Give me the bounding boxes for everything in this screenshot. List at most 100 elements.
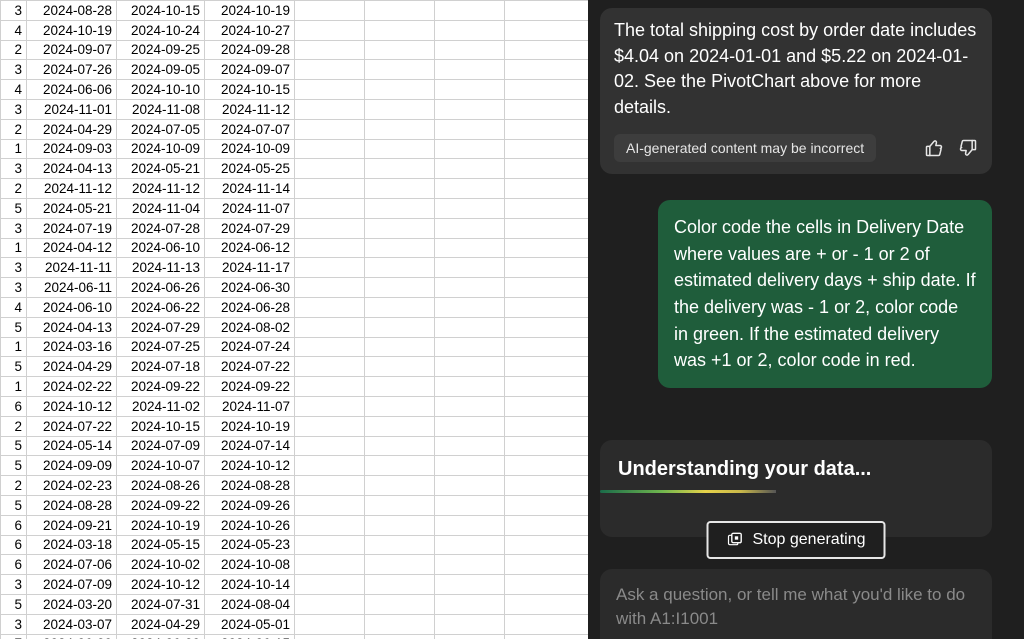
cell[interactable]: 2024-10-12	[205, 456, 295, 476]
cell[interactable]: 2024-07-31	[117, 594, 205, 614]
cell[interactable]	[295, 297, 365, 317]
table-row[interactable]: 42024-06-102024-06-222024-06-28	[1, 297, 589, 317]
cell[interactable]: 2024-10-10	[117, 80, 205, 100]
cell[interactable]: 3	[1, 218, 27, 238]
cell[interactable]	[435, 198, 505, 218]
cell[interactable]: 2024-09-25	[117, 40, 205, 60]
table-row[interactable]: 52024-05-212024-11-042024-11-07	[1, 198, 589, 218]
cell[interactable]	[295, 179, 365, 199]
cell[interactable]	[365, 297, 435, 317]
cell[interactable]: 2024-07-28	[117, 218, 205, 238]
cell[interactable]	[435, 159, 505, 179]
cell[interactable]: 2024-07-09	[117, 436, 205, 456]
cell[interactable]: 2024-05-14	[27, 436, 117, 456]
cell[interactable]	[505, 60, 589, 80]
cell[interactable]: 2024-10-09	[205, 139, 295, 159]
table-row[interactable]: 52024-09-092024-10-072024-10-12	[1, 456, 589, 476]
cell[interactable]	[435, 60, 505, 80]
cell[interactable]: 3	[1, 258, 27, 278]
cell[interactable]: 2024-09-28	[205, 40, 295, 60]
cell[interactable]: 5	[1, 198, 27, 218]
cell[interactable]: 3	[1, 159, 27, 179]
cell[interactable]: 2024-10-09	[117, 139, 205, 159]
cell[interactable]: 2024-04-29	[27, 119, 117, 139]
cell[interactable]	[435, 476, 505, 496]
cell[interactable]: 2024-10-12	[27, 396, 117, 416]
cell[interactable]	[295, 139, 365, 159]
cell[interactable]: 5	[1, 317, 27, 337]
cell[interactable]: 3	[1, 575, 27, 595]
cell[interactable]	[435, 357, 505, 377]
cell[interactable]	[295, 614, 365, 634]
cell[interactable]	[505, 575, 589, 595]
cell[interactable]: 2024-02-23	[27, 476, 117, 496]
cell[interactable]	[435, 99, 505, 119]
cell[interactable]	[295, 159, 365, 179]
cell[interactable]: 2024-08-26	[117, 476, 205, 496]
cell[interactable]: 2024-07-25	[117, 337, 205, 357]
table-row[interactable]: 12024-04-122024-06-102024-06-12	[1, 238, 589, 258]
table-row[interactable]: 62024-10-122024-11-022024-11-07	[1, 396, 589, 416]
cell[interactable]	[295, 40, 365, 60]
cell[interactable]	[435, 40, 505, 60]
cell[interactable]: 2024-09-22	[117, 495, 205, 515]
cell[interactable]: 2024-11-12	[27, 179, 117, 199]
cell[interactable]	[295, 456, 365, 476]
cell[interactable]: 5	[1, 436, 27, 456]
cell[interactable]	[435, 594, 505, 614]
table-row[interactable]: 62024-09-212024-10-192024-10-26	[1, 515, 589, 535]
cell[interactable]	[365, 396, 435, 416]
cell[interactable]: 2024-10-19	[117, 515, 205, 535]
table-row[interactable]: 12024-02-222024-09-222024-09-22	[1, 377, 589, 397]
cell[interactable]	[505, 297, 589, 317]
cell[interactable]: 2024-07-09	[27, 575, 117, 595]
cell[interactable]	[365, 476, 435, 496]
cell[interactable]	[505, 535, 589, 555]
cell[interactable]: 2024-06-12	[205, 238, 295, 258]
table-row[interactable]: 52024-04-292024-07-182024-07-22	[1, 357, 589, 377]
cell[interactable]: 2024-07-06	[27, 555, 117, 575]
cell[interactable]: 2024-07-22	[27, 416, 117, 436]
table-row[interactable]: 42024-10-192024-10-242024-10-27	[1, 20, 589, 40]
cell[interactable]	[505, 99, 589, 119]
cell[interactable]	[505, 416, 589, 436]
cell[interactable]	[435, 297, 505, 317]
cell[interactable]: 2024-04-13	[27, 317, 117, 337]
cell[interactable]: 2024-11-07	[205, 396, 295, 416]
cell[interactable]: 4	[1, 297, 27, 317]
cell[interactable]: 2024-11-07	[205, 198, 295, 218]
cell[interactable]	[295, 99, 365, 119]
cell[interactable]	[365, 198, 435, 218]
cell[interactable]: 2024-03-20	[27, 594, 117, 614]
cell[interactable]: 2024-04-13	[27, 159, 117, 179]
cell[interactable]	[295, 594, 365, 614]
cell[interactable]	[505, 357, 589, 377]
table-row[interactable]: 32024-11-012024-11-082024-11-12	[1, 99, 589, 119]
table-row[interactable]: 32024-06-112024-06-262024-06-30	[1, 278, 589, 298]
data-table[interactable]: 32024-08-282024-10-152024-10-1942024-10-…	[0, 0, 588, 639]
cell[interactable]	[435, 515, 505, 535]
cell[interactable]: 6	[1, 396, 27, 416]
cell[interactable]: 2024-07-07	[205, 119, 295, 139]
cell[interactable]: 2024-11-13	[117, 258, 205, 278]
cell[interactable]: 3	[1, 99, 27, 119]
cell[interactable]: 2024-07-29	[205, 218, 295, 238]
cell[interactable]	[365, 159, 435, 179]
cell[interactable]	[295, 495, 365, 515]
cell[interactable]	[295, 377, 365, 397]
cell[interactable]: 2024-11-04	[117, 198, 205, 218]
cell[interactable]	[505, 456, 589, 476]
cell[interactable]	[505, 337, 589, 357]
cell[interactable]: 3	[1, 614, 27, 634]
cell[interactable]: 2	[1, 416, 27, 436]
cell[interactable]	[435, 634, 505, 639]
cell[interactable]: 2024-10-08	[205, 555, 295, 575]
cell[interactable]: 2024-09-22	[205, 377, 295, 397]
table-row[interactable]: 32024-07-092024-10-122024-10-14	[1, 575, 589, 595]
table-row[interactable]: 52024-05-142024-07-092024-07-14	[1, 436, 589, 456]
cell[interactable]: 2024-04-29	[27, 357, 117, 377]
cell[interactable]	[505, 278, 589, 298]
cell[interactable]	[435, 575, 505, 595]
cell[interactable]: 2024-07-18	[117, 357, 205, 377]
cell[interactable]	[505, 634, 589, 639]
